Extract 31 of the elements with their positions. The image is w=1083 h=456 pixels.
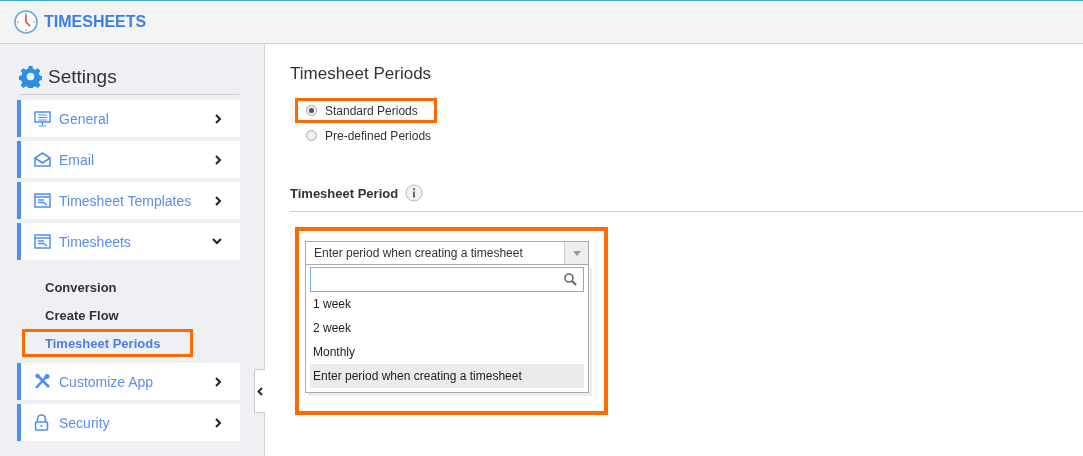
- tools-icon: [34, 373, 51, 390]
- submenu-item[interactable]: Conversion: [22, 273, 193, 301]
- section-title: Timesheet Period: [290, 185, 399, 201]
- lock-icon: [34, 414, 49, 431]
- monitor-icon: [34, 110, 51, 127]
- radio-label: Standard Periods: [325, 103, 418, 118]
- radio-option[interactable]: Standard Periods: [295, 98, 437, 123]
- window-icon: [34, 234, 51, 249]
- clock-icon: [14, 10, 38, 34]
- submenu-item[interactable]: Create Flow: [22, 301, 193, 329]
- collapse-tab[interactable]: [254, 369, 265, 413]
- gear-icon: [19, 65, 42, 88]
- search-field[interactable]: [310, 267, 584, 292]
- radio-option[interactable]: Pre-defined Periods: [295, 123, 455, 148]
- dropdown-option[interactable]: Monthly: [310, 340, 584, 364]
- info-icon[interactable]: [405, 184, 424, 202]
- caret-icon: [572, 250, 581, 256]
- radio-button[interactable]: [306, 130, 317, 141]
- dropdown-option[interactable]: Enter period when creating a timesheet: [310, 364, 584, 388]
- search-icon: [564, 273, 577, 286]
- sidebar-title: Settings: [48, 65, 117, 88]
- dropdown-option[interactable]: 2 week: [310, 316, 584, 340]
- app-title: TIMESHEETS: [44, 13, 147, 31]
- page-title: Timesheet Periods: [290, 64, 433, 84]
- window-icon: [34, 193, 51, 208]
- chevron-left-icon: [257, 386, 263, 396]
- period-select[interactable]: Enter period when creating a timesheet: [305, 241, 589, 265]
- radio-label: Pre-defined Periods: [325, 128, 432, 143]
- envelope-icon: [34, 152, 51, 167]
- dropdown-option[interactable]: 1 week: [310, 292, 584, 316]
- radio-button[interactable]: [306, 105, 317, 116]
